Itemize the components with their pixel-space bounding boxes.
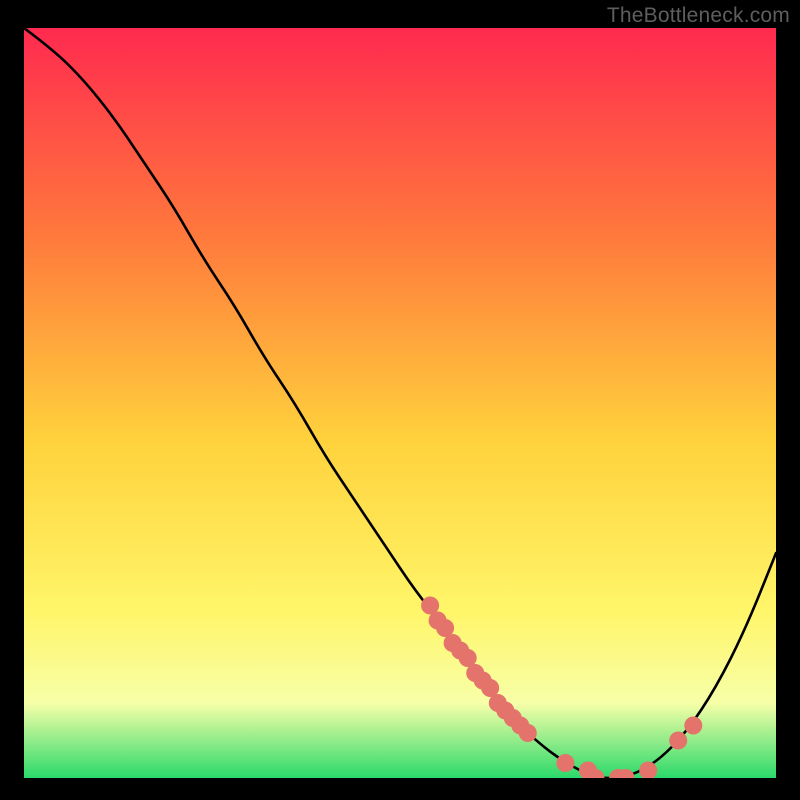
data-marker [519,724,537,742]
data-marker [684,717,702,735]
data-marker [669,732,687,750]
watermark-text: TheBottleneck.com [607,4,790,28]
plot-area [24,28,776,778]
data-marker [556,754,574,772]
chart-frame: TheBottleneck.com [0,0,800,800]
gradient-background [24,28,776,778]
chart-svg [24,28,776,778]
